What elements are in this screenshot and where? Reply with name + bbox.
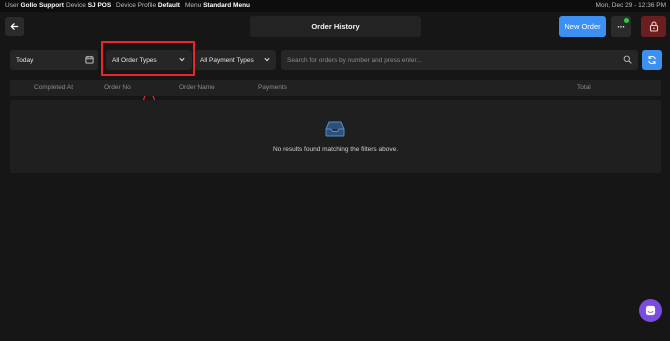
column-order-no[interactable]: Order No bbox=[104, 84, 131, 91]
status-device-profile: Device Profile Default bbox=[116, 2, 180, 9]
status-bar: User Gollo Support Device SJ POS Device … bbox=[0, 0, 670, 12]
chevron-down-icon bbox=[264, 57, 270, 62]
search-icon bbox=[623, 55, 632, 64]
inbox-icon bbox=[325, 121, 345, 137]
table-header: Completed At Order No Order Name Payment… bbox=[10, 80, 661, 96]
column-total[interactable]: Total bbox=[577, 84, 591, 91]
lock-icon bbox=[649, 21, 658, 32]
column-completed-at[interactable]: Completed At bbox=[34, 84, 73, 91]
arrow-left-icon bbox=[10, 23, 19, 30]
search-placeholder: Search for orders by number and press en… bbox=[287, 56, 422, 64]
back-button[interactable] bbox=[5, 17, 24, 36]
status-datetime: Mon, Dec 29 - 12:36 PM bbox=[595, 2, 666, 9]
notification-dot bbox=[624, 18, 629, 23]
chat-icon bbox=[645, 305, 656, 316]
status-menu: Menu Standard Menu bbox=[185, 2, 251, 9]
date-filter[interactable]: Today bbox=[10, 50, 98, 70]
empty-state-message: No results found matching the filters ab… bbox=[272, 146, 398, 153]
date-filter-value: Today bbox=[16, 56, 34, 64]
refresh-icon bbox=[648, 55, 656, 65]
status-user: User Gollo Support bbox=[5, 2, 64, 9]
page-title: Order History bbox=[250, 16, 421, 37]
column-order-name[interactable]: Order Name bbox=[179, 84, 215, 91]
refresh-button[interactable] bbox=[642, 50, 662, 70]
payment-type-select[interactable]: All Payment Types bbox=[195, 50, 276, 70]
payment-type-value: All Payment Types bbox=[200, 56, 254, 64]
chat-button[interactable] bbox=[639, 299, 662, 322]
search-input[interactable]: Search for orders by number and press en… bbox=[281, 50, 638, 70]
annotation-highlight-box bbox=[101, 41, 195, 76]
status-device: Device SJ POS bbox=[66, 2, 112, 9]
lock-button[interactable] bbox=[641, 16, 666, 37]
new-order-button[interactable]: New Order bbox=[559, 16, 606, 37]
calendar-icon bbox=[85, 55, 94, 64]
column-payments[interactable]: Payments bbox=[258, 84, 287, 91]
more-dots-icon: ··· bbox=[617, 21, 625, 32]
